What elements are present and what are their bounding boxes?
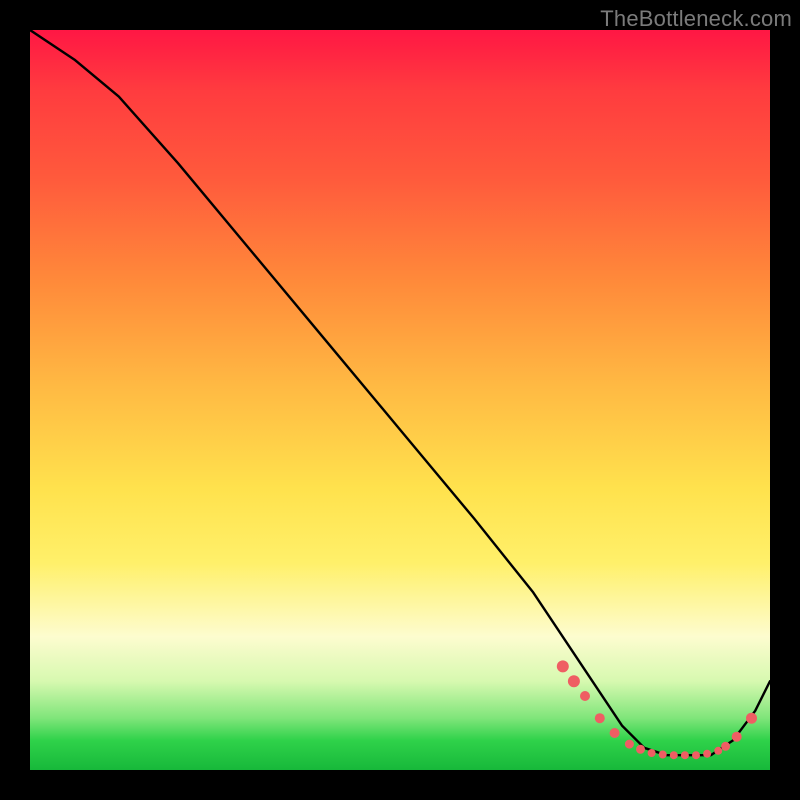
highlight-dot: [580, 691, 590, 701]
highlight-dot: [625, 740, 634, 749]
highlight-dot: [732, 732, 742, 742]
highlight-dot: [746, 713, 757, 724]
plot-area: [30, 30, 770, 770]
highlight-dot: [659, 751, 667, 759]
highlight-dot: [568, 675, 580, 687]
highlight-dot: [610, 728, 620, 738]
highlight-dot: [557, 660, 569, 672]
watermark-text: TheBottleneck.com: [600, 6, 792, 32]
highlight-dot: [681, 751, 689, 759]
chart-stage: TheBottleneck.com: [0, 0, 800, 800]
highlight-dot: [714, 747, 722, 755]
highlight-dots-group: [557, 660, 757, 759]
highlight-dot: [636, 745, 645, 754]
highlight-dot: [648, 749, 656, 757]
highlight-dot: [692, 751, 700, 759]
curve-svg: [30, 30, 770, 770]
bottleneck-curve-path: [30, 30, 770, 755]
highlight-dot: [670, 751, 678, 759]
highlight-dot: [721, 742, 730, 751]
highlight-dot: [595, 713, 605, 723]
highlight-dot: [703, 750, 711, 758]
